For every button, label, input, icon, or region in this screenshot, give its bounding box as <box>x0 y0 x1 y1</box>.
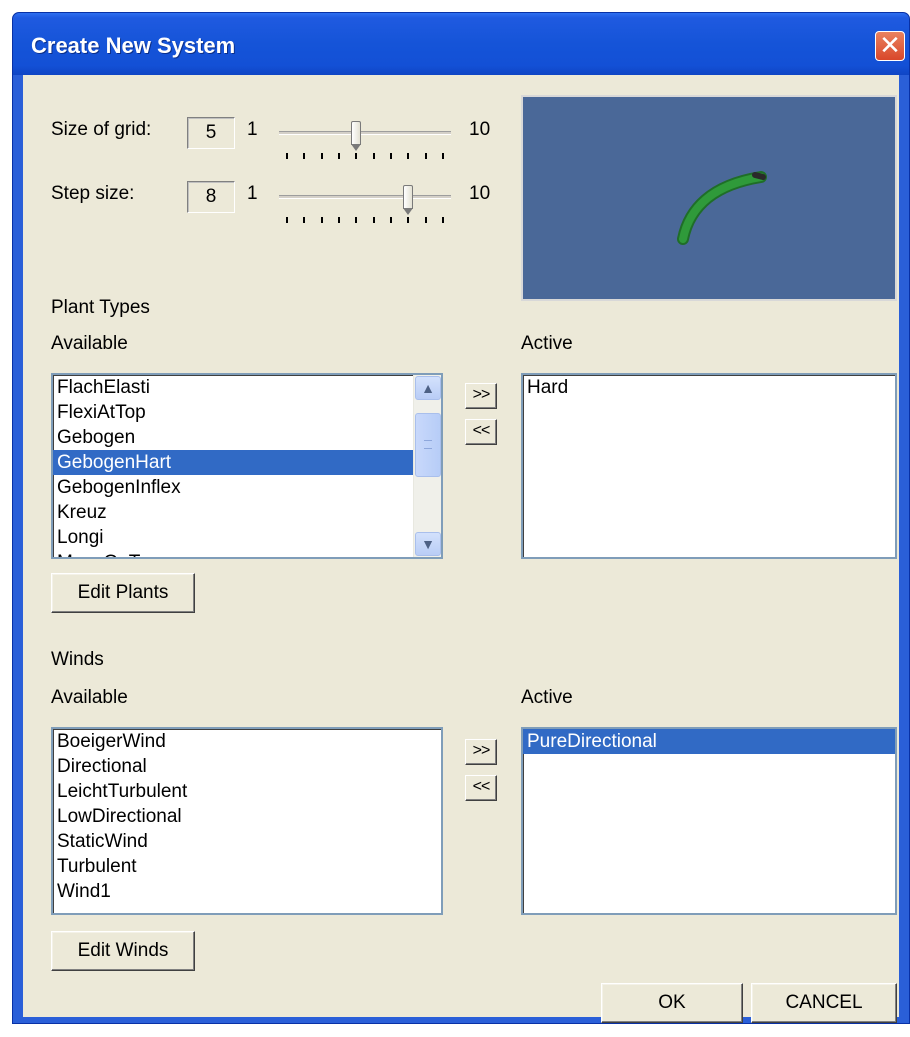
slider-track <box>279 195 451 199</box>
edit-plants-button[interactable]: Edit Plants <box>51 573 195 613</box>
plants-list-scrollbar[interactable]: ▲ ▼ <box>413 375 441 557</box>
slider-tick <box>407 217 410 223</box>
list-item[interactable]: Wind1 <box>53 879 441 904</box>
list-item[interactable]: MoveOnTop <box>53 550 441 557</box>
winds-heading: Winds <box>51 649 104 670</box>
scrollbar-thumb[interactable] <box>415 413 441 477</box>
slider-tick <box>442 153 444 159</box>
slider-tick <box>442 217 444 223</box>
list-item[interactable]: PureDirectional <box>523 729 895 754</box>
plants-available-items: FlachElasti FlexiAtTop Gebogen GebogenHart G… <box>53 375 441 557</box>
slider-tick <box>286 217 288 223</box>
scroll-down-icon[interactable]: ▼ <box>415 532 441 556</box>
step-size-label: Step size: <box>51 183 135 204</box>
slider-thumb[interactable] <box>403 185 414 215</box>
winds-active-label: Active <box>521 687 573 708</box>
plants-active-list[interactable]: Hard <box>521 373 897 559</box>
cancel-button[interactable]: CANCEL <box>751 983 897 1023</box>
slider-tick <box>338 153 340 159</box>
slider-track <box>279 131 451 135</box>
list-item[interactable]: Gebogen <box>53 425 441 450</box>
title-bar[interactable]: Create New System ✕ <box>13 13 909 75</box>
remove-wind-button[interactable]: << <box>465 775 497 801</box>
winds-available-label: Available <box>51 687 128 708</box>
step-size-max: 10 <box>469 183 491 204</box>
plant-preview-icon <box>677 171 767 245</box>
dialog-window: Create New System ✕ Size of grid: 5 1 10… <box>12 12 910 1024</box>
plants-active-items: Hard <box>523 375 895 400</box>
grid-size-value: 5 <box>187 117 235 149</box>
list-item[interactable]: Kreuz <box>53 500 441 525</box>
slider-tick <box>390 153 392 159</box>
grid-size-min: 1 <box>247 119 258 140</box>
scroll-up-icon[interactable]: ▲ <box>415 376 441 400</box>
list-item[interactable]: FlachElasti <box>53 375 441 400</box>
slider-thumb[interactable] <box>351 121 362 151</box>
list-item[interactable]: Longi <box>53 525 441 550</box>
list-item[interactable]: Directional <box>53 754 441 779</box>
grid-size-label: Size of grid: <box>51 119 152 140</box>
slider-tick <box>355 153 358 159</box>
list-item[interactable]: GebogenHart <box>53 450 441 475</box>
plants-available-list[interactable]: FlachElasti FlexiAtTop Gebogen GebogenHart G… <box>51 373 443 559</box>
dialog-title: Create New System <box>31 33 236 58</box>
slider-tick <box>303 153 306 159</box>
list-item[interactable]: Hard <box>523 375 895 400</box>
plant-types-heading: Plant Types <box>51 297 150 318</box>
step-size-value: 8 <box>187 181 235 213</box>
preview-viewport <box>521 95 897 301</box>
list-item[interactable]: LowDirectional <box>53 804 441 829</box>
ok-button[interactable]: OK <box>601 983 743 1023</box>
step-size-min: 1 <box>247 183 258 204</box>
list-item[interactable]: Turbulent <box>53 854 441 879</box>
slider-tick <box>390 217 392 223</box>
slider-tick <box>338 217 340 223</box>
winds-available-list[interactable]: BoeigerWind Directional LeichtTurbulent Low… <box>51 727 443 915</box>
list-item[interactable]: FlexiAtTop <box>53 400 441 425</box>
list-item[interactable]: LeichtTurbulent <box>53 779 441 804</box>
slider-tick <box>407 153 410 159</box>
edit-winds-button[interactable]: Edit Winds <box>51 931 195 971</box>
slider-tick <box>424 153 427 159</box>
slider-tick <box>320 153 323 159</box>
winds-active-items: PureDirectional <box>523 729 895 754</box>
grid-size-max: 10 <box>469 119 491 140</box>
list-item[interactable]: BoeigerWind <box>53 729 441 754</box>
dialog-client-area: Size of grid: 5 1 10 Step size: 8 1 10 P… <box>23 75 899 1023</box>
slider-tick <box>372 153 375 159</box>
list-item[interactable]: StaticWind <box>53 829 441 854</box>
add-wind-button[interactable]: >> <box>465 739 497 765</box>
winds-available-items: BoeigerWind Directional LeichtTurbulent Low… <box>53 729 441 904</box>
plants-active-label: Active <box>521 333 573 354</box>
winds-active-list[interactable]: PureDirectional <box>521 727 897 915</box>
grid-size-slider[interactable] <box>279 121 451 167</box>
slider-tick <box>286 153 288 159</box>
slider-tick <box>303 217 306 223</box>
slider-tick <box>355 217 358 223</box>
plants-available-label: Available <box>51 333 128 354</box>
slider-tick <box>372 217 375 223</box>
close-icon[interactable]: ✕ <box>875 31 905 61</box>
remove-plant-button[interactable]: << <box>465 419 497 445</box>
step-size-slider[interactable] <box>279 185 451 231</box>
slider-tick <box>424 217 427 223</box>
add-plant-button[interactable]: >> <box>465 383 497 409</box>
list-item[interactable]: GebogenInflex <box>53 475 441 500</box>
slider-tick <box>320 217 323 223</box>
